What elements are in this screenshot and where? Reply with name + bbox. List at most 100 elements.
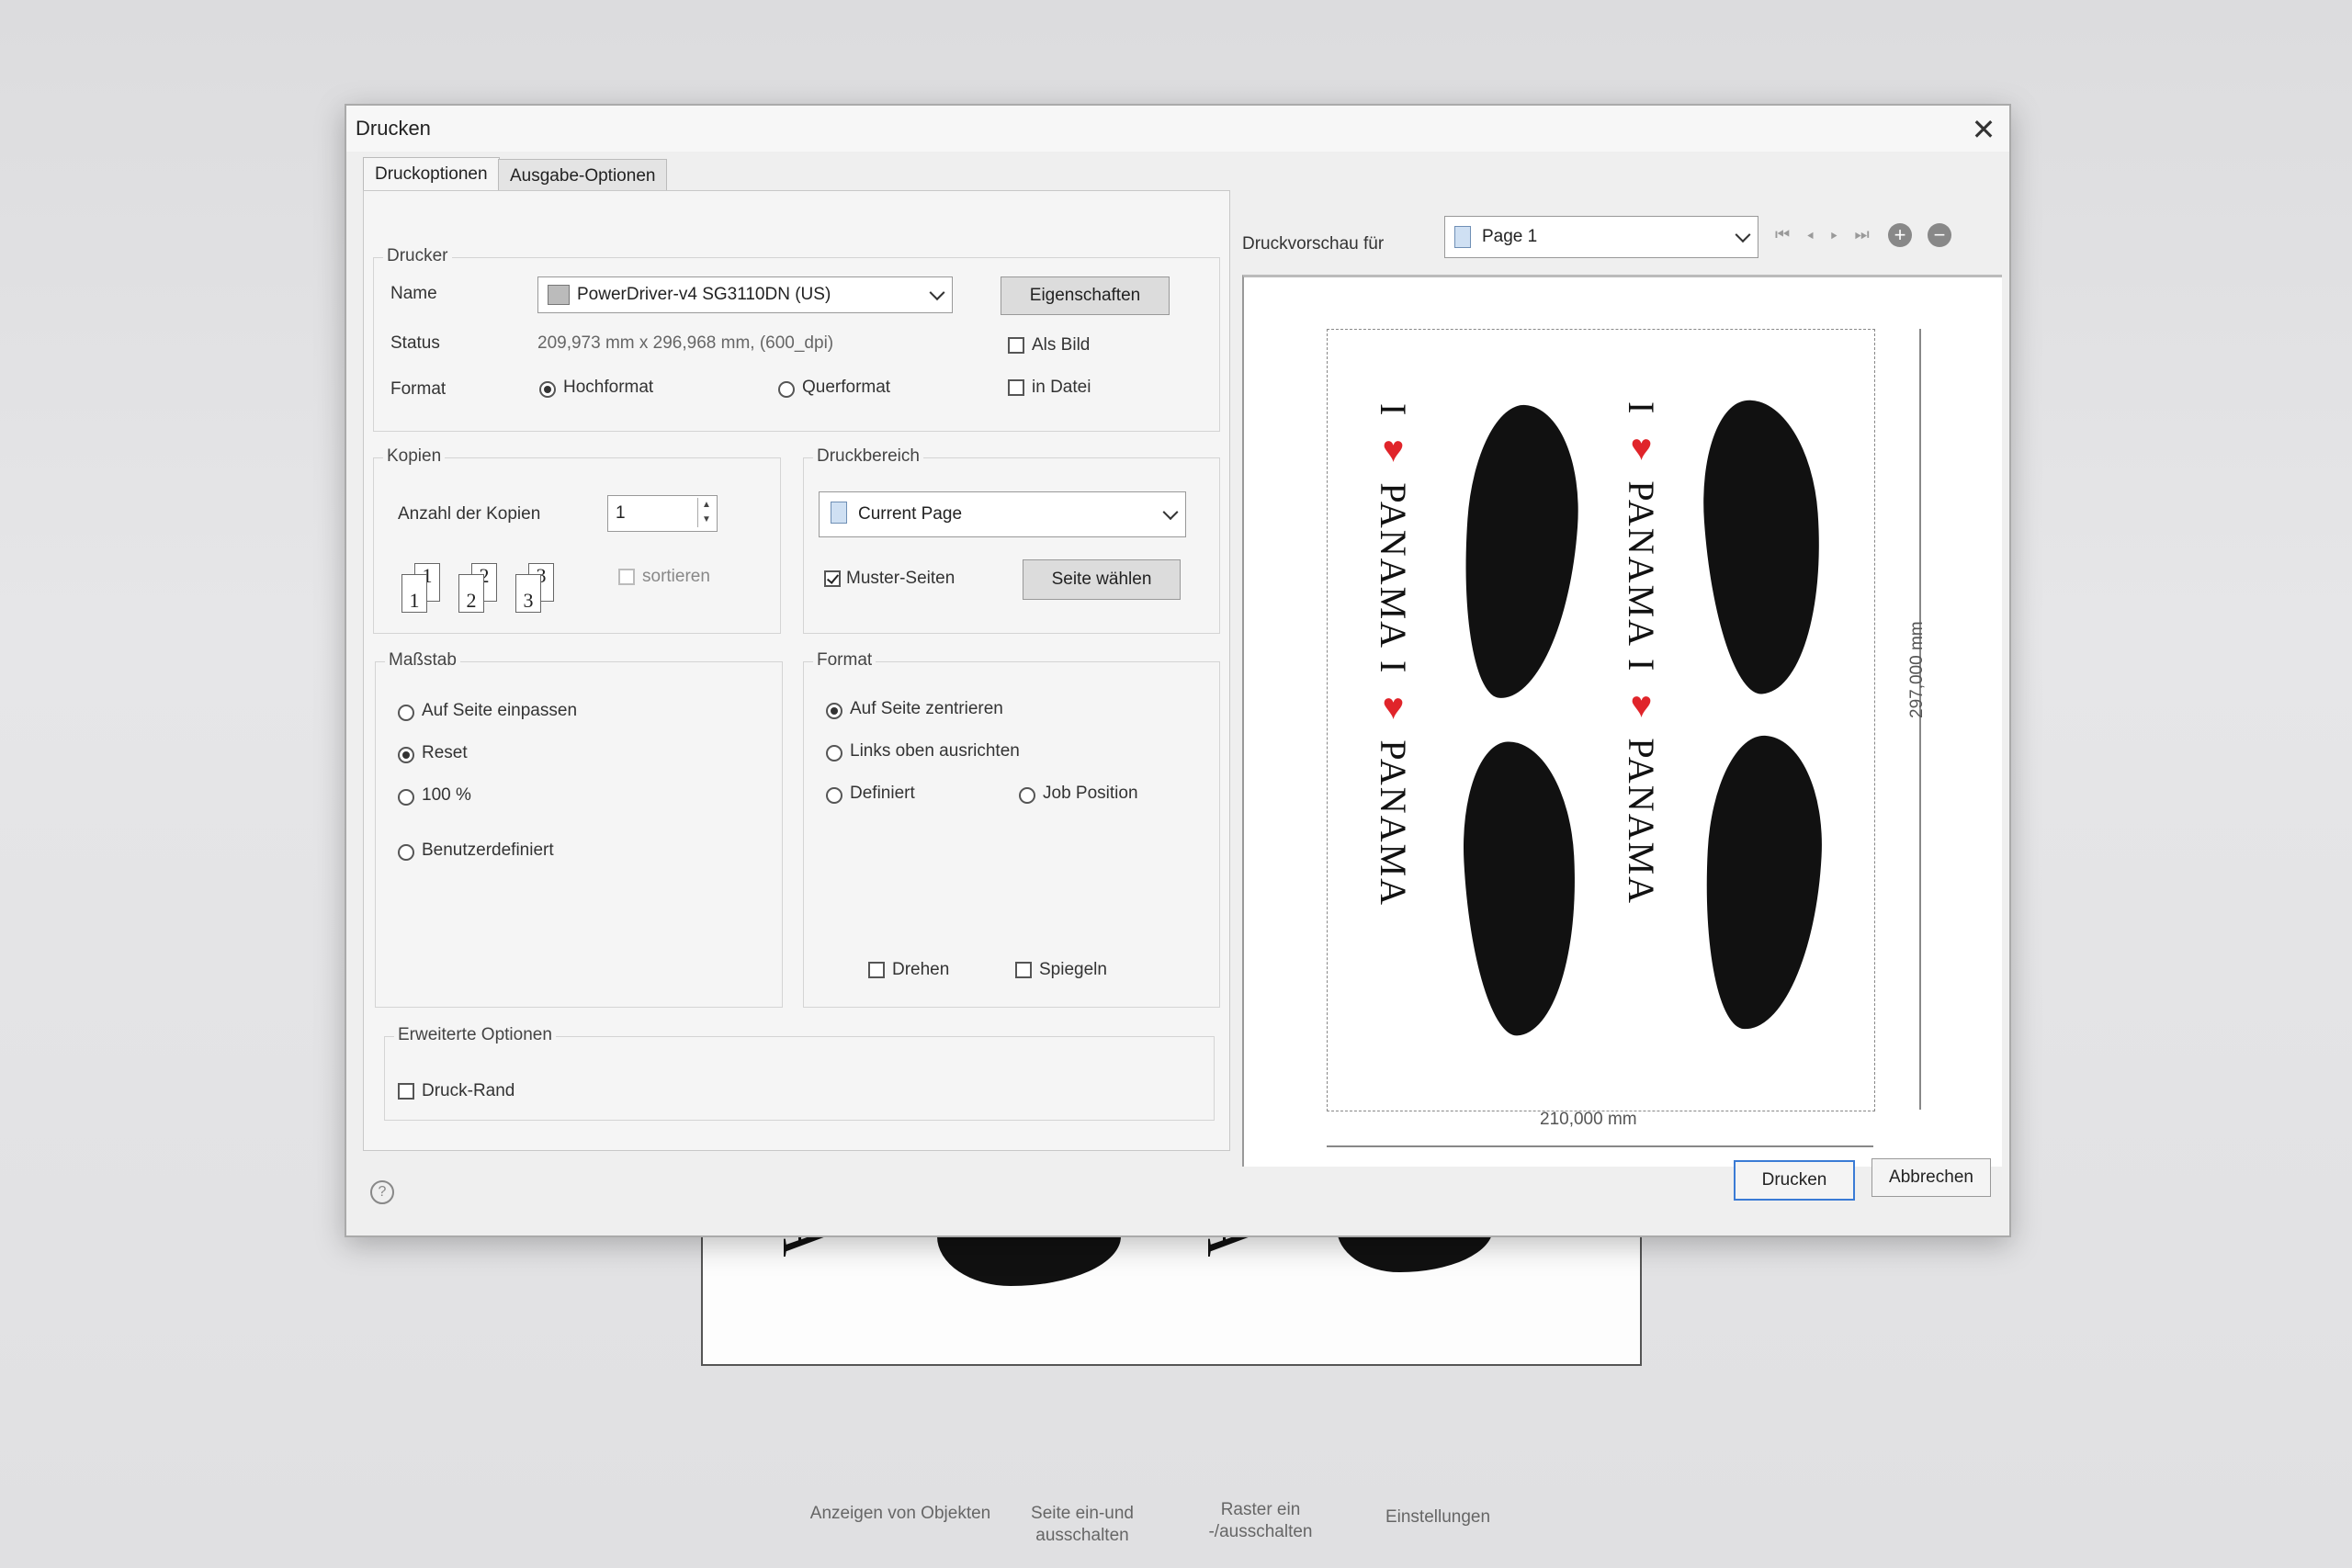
dialog-title: Drucken (356, 117, 431, 140)
format-defined-label: Definiert (850, 784, 915, 803)
format-job-position-radio[interactable] (1019, 787, 1035, 804)
height-dimension: 297,000 mm (1907, 621, 1927, 718)
rotate-label: Drehen (892, 960, 950, 979)
group-label: Drucker (383, 246, 452, 266)
scale-group: Maßstab Auf Seite einpassen Reset 100 % … (375, 650, 783, 1008)
close-icon[interactable]: ✕ (1965, 111, 2002, 148)
scale-100-radio[interactable] (398, 789, 414, 806)
artwork-shape (1695, 396, 1831, 697)
toolbar-toggle-page[interactable]: Seite ein-und ausschalten (990, 1503, 1174, 1547)
group-label: Erweiterte Optionen (394, 1025, 556, 1045)
preview-page-select[interactable]: Page 1 (1444, 216, 1758, 258)
group-label: Druckbereich (813, 446, 923, 467)
height-dimension-line (1919, 329, 1921, 1110)
scale-custom-label: Benutzerdefiniert (422, 840, 554, 860)
print-preview: Druckvorschau für Page 1 ⏮◂▸⏭ + − I ♥ PA… (1242, 216, 2002, 1167)
heart-icon: ♥ (1373, 685, 1414, 729)
heart-icon: ♥ (1621, 426, 1662, 470)
printer-icon (548, 285, 570, 305)
heart-icon: ♥ (1621, 683, 1662, 728)
heart-icon: ♥ (1373, 428, 1414, 472)
artwork-shape (1457, 739, 1584, 1038)
toolbar-toggle-grid[interactable]: Raster ein -/ausschalten (1169, 1499, 1352, 1543)
scale-100-label: 100 % (422, 785, 471, 805)
scale-fit-radio[interactable] (398, 705, 414, 721)
artwork-text: I ♥ PANAMA I ♥ PANAMA (1621, 401, 1662, 906)
as-image-label: Als Bild (1032, 335, 1091, 355)
print-range-group: Druckbereich Current Page Muster-Seiten … (803, 446, 1220, 634)
page-icon (1454, 226, 1471, 248)
rotate-checkbox[interactable] (868, 962, 885, 978)
preview-page: I ♥ PANAMA I ♥ PANAMA I ♥ PANAMA I ♥ PAN… (1327, 329, 1875, 1111)
status-label: Status (390, 333, 440, 353)
copies-value: 1 (616, 503, 626, 523)
pattern-pages-checkbox[interactable] (824, 570, 841, 587)
scale-custom-radio[interactable] (398, 844, 414, 861)
print-range-select[interactable]: Current Page (819, 491, 1186, 537)
print-range-value: Current Page (858, 504, 963, 524)
collate-icon: 1 1 2 2 3 3 (401, 563, 576, 613)
printer-group: Drucker Name PowerDriver-v4 SG3110DN (US… (373, 246, 1220, 432)
group-label: Maßstab (385, 650, 460, 671)
to-file-checkbox[interactable] (1008, 379, 1024, 396)
copies-stepper[interactable]: 1 ▲ ▼ (607, 495, 718, 532)
print-border-checkbox[interactable] (398, 1083, 414, 1100)
format-top-left-radio[interactable] (826, 745, 842, 761)
zoom-out-icon[interactable]: − (1928, 223, 1951, 247)
format-job-position-label: Job Position (1043, 784, 1138, 803)
as-image-checkbox[interactable] (1008, 337, 1024, 354)
format-group: Format Auf Seite zentrieren Links oben a… (803, 650, 1220, 1008)
copies-count-label: Anzahl der Kopien (398, 504, 541, 524)
properties-button[interactable]: Eigenschaften (1001, 276, 1170, 315)
format-defined-radio[interactable] (826, 787, 842, 804)
artwork-text: I ♥ PANAMA I ♥ PANAMA (1373, 403, 1414, 908)
width-dimension: 210,000 mm (1540, 1110, 1637, 1129)
to-file-label: in Datei (1032, 378, 1091, 397)
portrait-label: Hochformat (563, 378, 654, 397)
print-button[interactable]: Drucken (1734, 1160, 1855, 1201)
status-value: 209,973 mm x 296,968 mm, (600_dpi) (537, 333, 834, 353)
cancel-button[interactable]: Abbrechen (1871, 1158, 1991, 1197)
prev-page-icon[interactable]: ◂ (1806, 225, 1830, 243)
app-toolbar: Anzeigen von Objekten Seite ein-und auss… (0, 1470, 2352, 1568)
dialog-titlebar: Drucken ✕ (346, 106, 2009, 152)
print-border-label: Druck-Rand (422, 1081, 515, 1100)
printer-select[interactable]: PowerDriver-v4 SG3110DN (US) (537, 276, 953, 313)
printer-name-label: Name (390, 284, 437, 303)
pattern-pages-label: Muster-Seiten (846, 569, 956, 588)
first-page-icon[interactable]: ⏮ (1775, 225, 1806, 243)
format-label: Format (390, 379, 447, 399)
landscape-radio[interactable] (778, 381, 795, 398)
width-dimension-line (1327, 1145, 1873, 1147)
group-label: Format (813, 650, 876, 671)
artwork-shape (1698, 732, 1828, 1033)
landscape-label: Querformat (802, 378, 891, 397)
select-page-button[interactable]: Seite wählen (1023, 559, 1181, 600)
tab-output-options[interactable]: Ausgabe-Optionen (498, 159, 668, 193)
format-top-left-label: Links oben ausrichten (850, 741, 1020, 761)
collate-checkbox[interactable] (618, 569, 635, 585)
last-page-icon[interactable]: ⏭ (1855, 225, 1886, 243)
print-dialog: Drucken ✕ Druckoptionen Ausgabe-Optionen… (345, 104, 2011, 1237)
chevron-down-icon (1735, 227, 1751, 243)
mirror-checkbox[interactable] (1015, 962, 1032, 978)
artwork-shape (1454, 401, 1587, 703)
toolbar-show-objects[interactable]: Anzeigen von Objekten (808, 1503, 992, 1525)
scale-reset-radio[interactable] (398, 747, 414, 763)
mirror-label: Spiegeln (1039, 960, 1107, 979)
spinner-arrows-icon[interactable]: ▲ ▼ (697, 498, 715, 527)
preview-page-value: Page 1 (1482, 227, 1538, 246)
portrait-radio[interactable] (539, 381, 556, 398)
help-icon[interactable]: ? (370, 1180, 394, 1204)
format-center-radio[interactable] (826, 703, 842, 719)
format-center-label: Auf Seite zentrieren (850, 699, 1003, 718)
page-icon (831, 502, 847, 524)
tab-print-options[interactable]: Druckoptionen (363, 157, 500, 191)
advanced-group: Erweiterte Optionen Druck-Rand (384, 1025, 1215, 1121)
options-panel: Drucker Name PowerDriver-v4 SG3110DN (US… (363, 190, 1230, 1151)
zoom-in-icon[interactable]: + (1888, 223, 1912, 247)
page-nav-icons: ⏮◂▸⏭ (1775, 225, 1886, 244)
toolbar-settings[interactable]: Einstellungen (1346, 1506, 1530, 1529)
preview-canvas: I ♥ PANAMA I ♥ PANAMA I ♥ PANAMA I ♥ PAN… (1242, 275, 2002, 1167)
next-page-icon[interactable]: ▸ (1830, 225, 1854, 243)
